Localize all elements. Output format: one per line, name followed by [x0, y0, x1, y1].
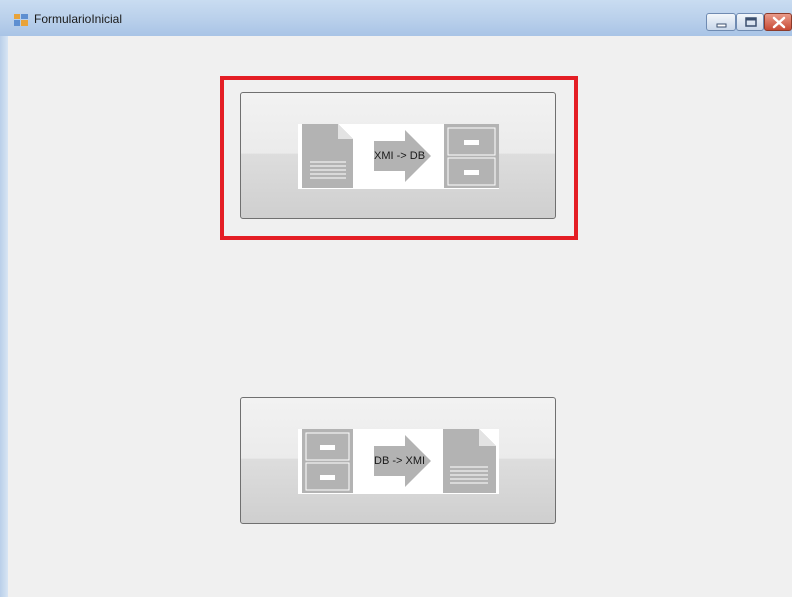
minimize-icon: [716, 23, 727, 28]
xmi-to-db-label: XMI -> DB: [374, 150, 426, 162]
document-icon: [443, 429, 496, 493]
db-to-xmi-button[interactable]: DB -> XMI: [240, 397, 556, 524]
document-icon: [302, 124, 353, 188]
file-cabinet-icon: [302, 429, 353, 493]
app-form-icon: [14, 13, 28, 26]
db-to-xmi-label: DB -> XMI: [374, 455, 426, 467]
maximize-button[interactable]: [736, 13, 764, 31]
window-title: FormularioInicial: [34, 12, 123, 26]
xmi-to-db-graphic: XMI -> DB: [298, 124, 499, 189]
xmi-to-db-button[interactable]: XMI -> DB: [240, 92, 556, 219]
window-border: [0, 36, 8, 597]
close-icon: [772, 16, 786, 29]
maximize-icon: [745, 17, 757, 27]
minimize-button[interactable]: [706, 13, 736, 31]
title-bar[interactable]: FormularioInicial: [0, 0, 792, 37]
application-window: FormularioInicial XMI -> DB DB -> XMI: [0, 0, 792, 597]
close-button[interactable]: [764, 13, 792, 31]
file-cabinet-icon: [444, 124, 499, 188]
db-to-xmi-graphic: DB -> XMI: [298, 429, 499, 494]
